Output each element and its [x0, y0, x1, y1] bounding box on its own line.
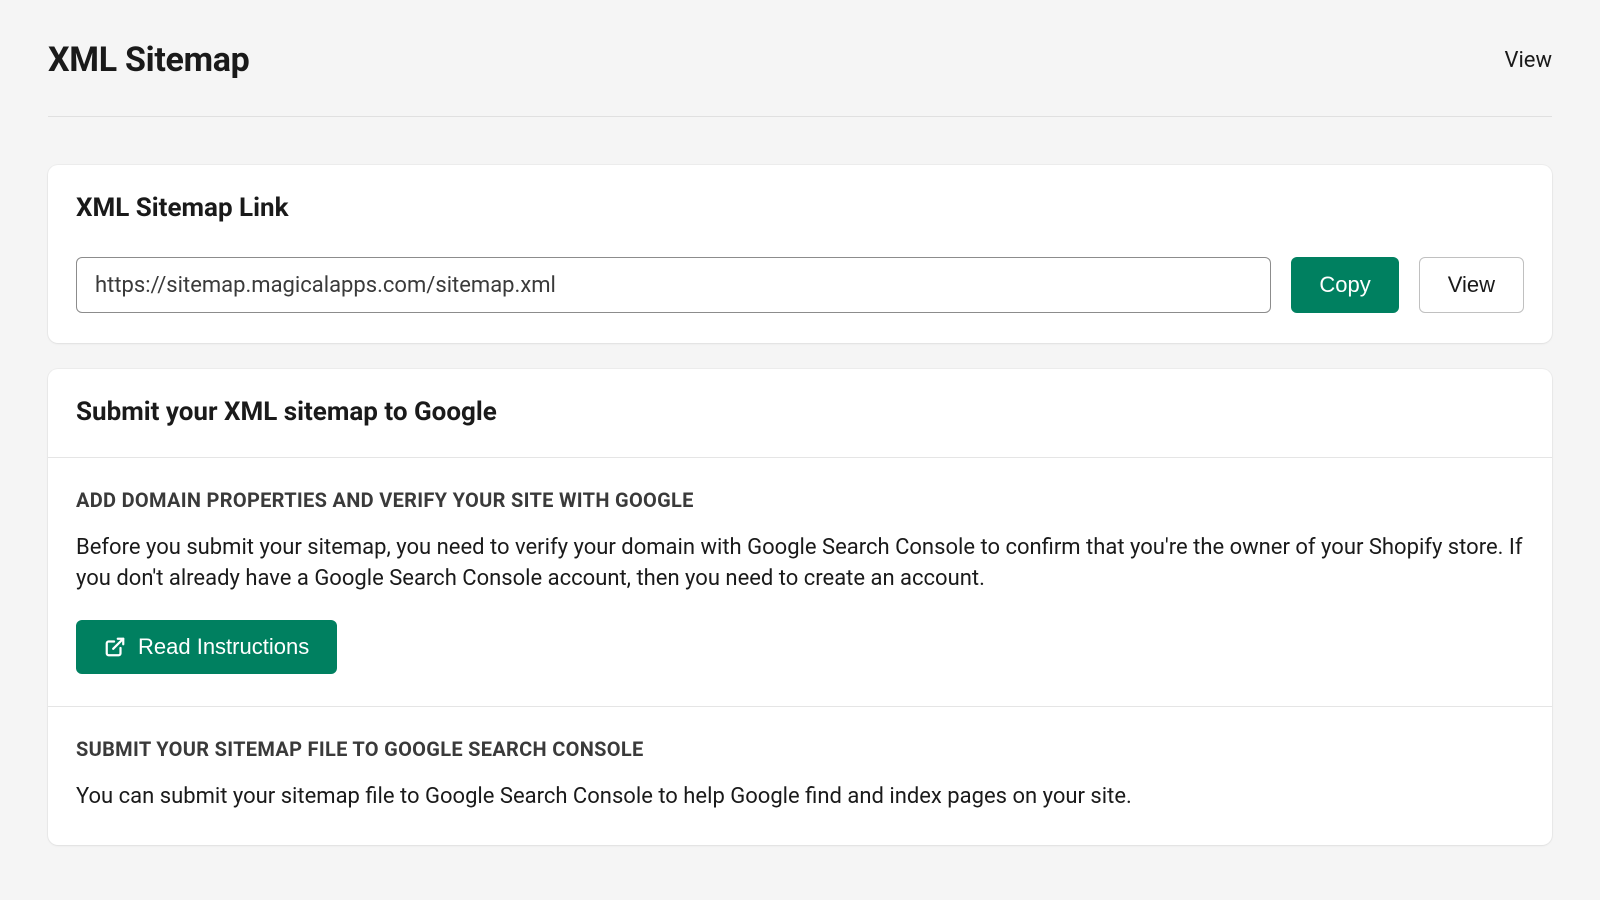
submit-sitemap-body: You can submit your sitemap file to Goog… — [76, 781, 1524, 812]
view-sitemap-button[interactable]: View — [1419, 257, 1524, 313]
page-header: XML Sitemap View — [48, 40, 1552, 117]
header-view-link[interactable]: View — [1504, 48, 1552, 73]
sitemap-link-card: XML Sitemap Link Copy View — [48, 165, 1552, 343]
submit-google-card: Submit your XML sitemap to Google ADD DO… — [48, 369, 1552, 845]
verify-domain-section: ADD DOMAIN PROPERTIES AND VERIFY YOUR SI… — [48, 458, 1552, 707]
verify-domain-body: Before you submit your sitemap, you need… — [76, 532, 1524, 594]
external-link-icon — [104, 636, 126, 658]
sitemap-url-input[interactable] — [76, 257, 1271, 313]
submit-sitemap-heading: SUBMIT YOUR SITEMAP FILE TO GOOGLE SEARC… — [76, 737, 1524, 761]
submit-google-title: Submit your XML sitemap to Google — [76, 397, 1524, 427]
submit-sitemap-section: SUBMIT YOUR SITEMAP FILE TO GOOGLE SEARC… — [48, 707, 1552, 844]
sitemap-link-title: XML Sitemap Link — [76, 193, 1524, 223]
sitemap-link-row: Copy View — [76, 257, 1524, 313]
copy-button[interactable]: Copy — [1291, 257, 1398, 313]
read-instructions-label: Read Instructions — [138, 634, 309, 660]
read-instructions-button[interactable]: Read Instructions — [76, 620, 337, 674]
verify-domain-heading: ADD DOMAIN PROPERTIES AND VERIFY YOUR SI… — [76, 488, 1524, 512]
page-title: XML Sitemap — [48, 40, 249, 80]
